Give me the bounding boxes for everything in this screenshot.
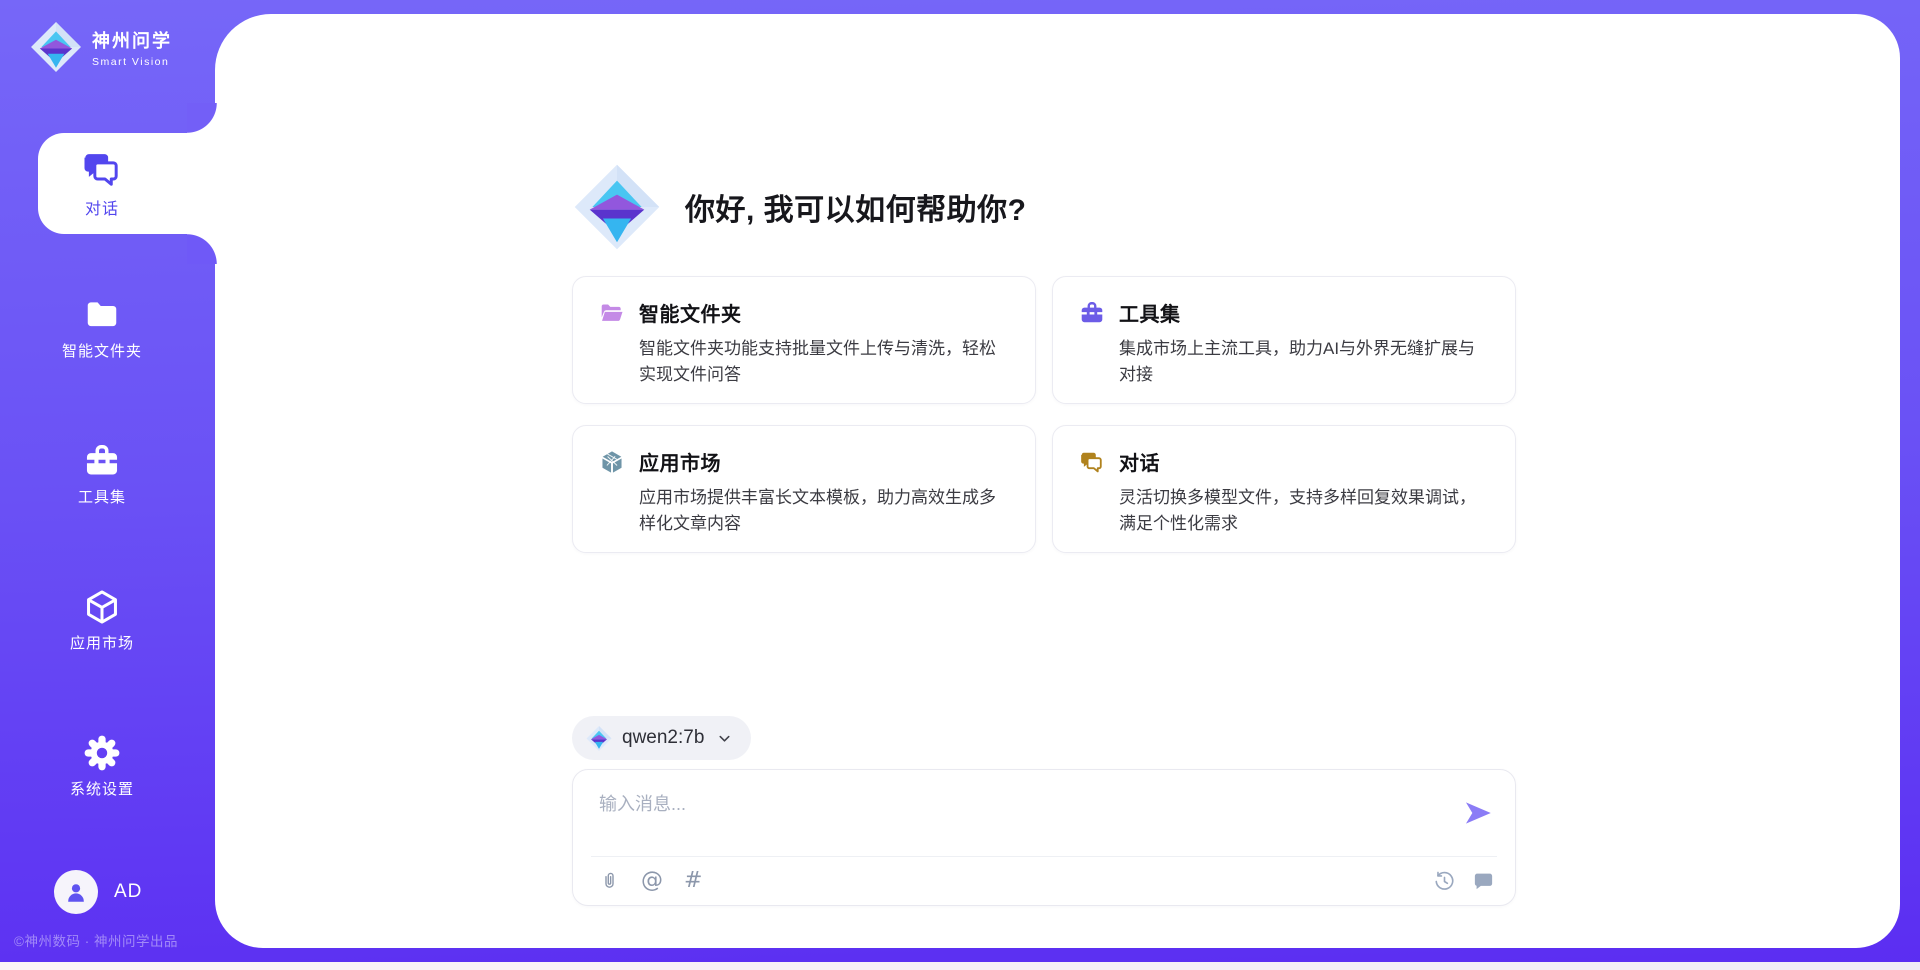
- send-button[interactable]: [1461, 796, 1495, 830]
- main-panel: 你好, 我可以如何帮助你? 智能文件夹 智能文件夹功能支持批量文件上传与清洗，轻…: [215, 14, 1900, 948]
- topic-button[interactable]: #: [684, 870, 702, 892]
- greeting-block: 你好, 我可以如何帮助你?: [573, 162, 1027, 252]
- card-head: 智能文件夹: [599, 298, 1011, 327]
- sidebar-item-label: 对话: [85, 195, 119, 219]
- card-title: 智能文件夹: [639, 298, 742, 327]
- footer-copyright: ©神州数码 · 神州问学出品: [14, 930, 178, 950]
- paperclip-icon: [599, 871, 620, 892]
- card-smart-folder[interactable]: 智能文件夹 智能文件夹功能支持批量文件上传与清洗，轻松实现文件问答: [572, 276, 1036, 404]
- user-account[interactable]: AD: [54, 870, 142, 914]
- comment-icon: [1472, 870, 1495, 893]
- card-title: 工具集: [1119, 298, 1181, 327]
- feature-cards: 智能文件夹 智能文件夹功能支持批量文件上传与清洗，轻松实现文件问答 工具集 集成…: [572, 276, 1516, 553]
- model-selector[interactable]: qwen2:7b: [572, 716, 751, 760]
- sidebar-item-chat[interactable]: 对话: [38, 133, 217, 234]
- card-title: 应用市场: [639, 447, 721, 476]
- card-app-market[interactable]: 应用市场 应用市场提供丰富长文本模板，助力高效生成多样化文章内容: [572, 425, 1036, 553]
- bottom-edge-strip: [0, 962, 1920, 970]
- conversation-button[interactable]: [1472, 870, 1495, 893]
- message-input[interactable]: [573, 770, 1433, 854]
- cube-icon: [83, 588, 121, 626]
- sidebar-item-toolset[interactable]: 工具集: [0, 442, 204, 508]
- model-logo-diamond-icon: [586, 725, 612, 752]
- message-composer: @ #: [572, 769, 1516, 906]
- gear-icon: [83, 734, 121, 772]
- app-logo-diamond-icon: [573, 162, 661, 252]
- user-initials: AD: [114, 881, 142, 903]
- chevron-down-icon: [716, 730, 733, 747]
- card-description: 智能文件夹功能支持批量文件上传与清洗，轻松实现文件问答: [639, 336, 1011, 387]
- user-icon: [63, 879, 89, 905]
- send-icon: [1461, 796, 1495, 830]
- sidebar: 神州问学 Smart Vision 对话 智能文件夹 工具集 应用市场 系统设置…: [0, 0, 215, 970]
- chat-icon: [1079, 449, 1105, 475]
- sidebar-item-label: 应用市场: [70, 632, 134, 653]
- tiled-cube-icon: [599, 449, 625, 475]
- sidebar-item-label: 工具集: [78, 486, 126, 507]
- hash-icon: #: [684, 870, 702, 892]
- avatar: [54, 870, 98, 914]
- card-head: 应用市场: [599, 447, 1011, 476]
- card-toolset[interactable]: 工具集 集成市场上主流工具，助力AI与外界无缝扩展与对接: [1052, 276, 1516, 404]
- at-icon: @: [641, 870, 663, 892]
- mention-button[interactable]: @: [641, 870, 663, 892]
- card-description: 集成市场上主流工具，助力AI与外界无缝扩展与对接: [1119, 336, 1491, 387]
- history-icon: [1433, 870, 1456, 893]
- logo-diamond-icon: [30, 20, 82, 74]
- logo-text: 神州问学 Smart Vision: [92, 27, 172, 68]
- sidebar-item-label: 系统设置: [70, 778, 134, 799]
- card-description: 应用市场提供丰富长文本模板，助力高效生成多样化文章内容: [639, 485, 1011, 536]
- sidebar-item-smart-folder[interactable]: 智能文件夹: [0, 296, 204, 362]
- briefcase-icon: [83, 442, 121, 480]
- greeting-title: 你好, 我可以如何帮助你?: [685, 185, 1027, 229]
- sidebar-item-app-market[interactable]: 应用市场: [0, 588, 204, 654]
- attach-file-button[interactable]: [599, 871, 620, 892]
- card-description: 灵活切换多模型文件，支持多样回复效果调试，满足个性化需求: [1119, 485, 1491, 536]
- app-logo: 神州问学 Smart Vision: [30, 20, 172, 74]
- card-head: 对话: [1079, 447, 1491, 476]
- sidebar-item-settings[interactable]: 系统设置: [0, 734, 204, 800]
- composer-toolbar: @ #: [599, 857, 1495, 905]
- briefcase-icon: [1079, 300, 1105, 326]
- logo-name: 神州问学: [92, 27, 172, 53]
- tab-inner: 对话: [38, 133, 166, 234]
- card-title: 对话: [1119, 447, 1160, 476]
- folder-icon: [83, 296, 121, 334]
- model-name: qwen2:7b: [622, 727, 704, 749]
- history-button[interactable]: [1433, 870, 1456, 893]
- chat-icon: [81, 148, 123, 190]
- card-head: 工具集: [1079, 298, 1491, 327]
- folder-open-icon: [599, 300, 625, 326]
- toolbar-right: [1433, 870, 1495, 893]
- sidebar-item-label: 智能文件夹: [62, 340, 142, 361]
- card-chat[interactable]: 对话 灵活切换多模型文件，支持多样回复效果调试，满足个性化需求: [1052, 425, 1516, 553]
- logo-tagline: Smart Vision: [92, 56, 172, 68]
